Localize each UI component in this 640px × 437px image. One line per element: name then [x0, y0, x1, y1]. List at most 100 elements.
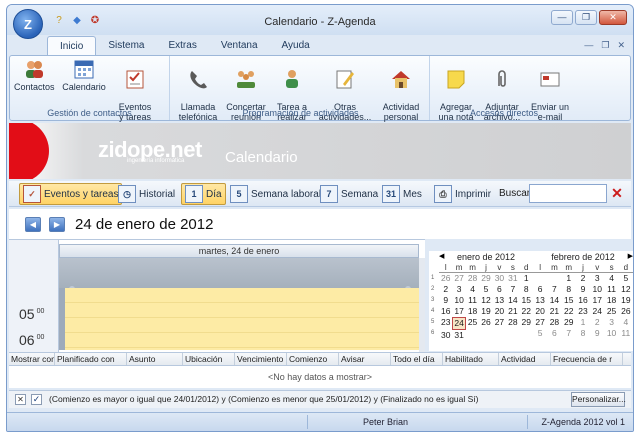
calendar-day[interactable]: 26 [479, 317, 492, 330]
enviar-email-button[interactable]: Enviar un e-mail [528, 58, 572, 132]
calendar-day[interactable]: 7 [547, 284, 561, 295]
contactos-button[interactable]: Contactos [14, 58, 55, 92]
calendar-day[interactable]: 20 [493, 306, 506, 317]
tab-extras[interactable]: Extras [156, 36, 208, 56]
calendar-day[interactable]: 27 [533, 317, 547, 328]
column-header[interactable]: Planificado con [55, 353, 127, 365]
calendar-day[interactable]: 27 [493, 317, 506, 330]
mdi-minimize-icon[interactable]: — [584, 40, 593, 51]
all-day-area[interactable] [59, 258, 419, 288]
calendar-day[interactable]: 15 [562, 295, 576, 306]
calendar-day[interactable]: 29 [479, 273, 492, 284]
calendar-day[interactable]: 19 [619, 295, 633, 306]
column-header[interactable]: Asunto [127, 353, 183, 365]
close-button[interactable]: ✕ [599, 10, 627, 25]
day-column-header[interactable]: martes, 24 de enero [59, 244, 419, 258]
calendar-day[interactable]: 21 [506, 306, 519, 317]
calendar-day[interactable]: 29 [520, 317, 533, 330]
calendar-day[interactable]: 3 [590, 273, 604, 284]
next-day-button[interactable]: ▶ [49, 217, 65, 232]
column-header[interactable]: Frecuencia de r [551, 353, 623, 365]
tab-sistema[interactable]: Sistema [96, 36, 156, 56]
eventos-tareas-toggle[interactable]: ✓ Eventos y tareas [19, 183, 123, 205]
calendar-day[interactable]: 2 [439, 284, 452, 295]
prev-month-icon[interactable]: ◀ [439, 251, 444, 263]
calendar-day[interactable]: 11 [466, 295, 479, 306]
calendar-day[interactable]: 3 [604, 317, 618, 328]
calendar-day[interactable]: 17 [590, 295, 604, 306]
mdi-restore-icon[interactable]: ❐ [601, 40, 609, 51]
calendar-day[interactable]: 18 [604, 295, 618, 306]
calendar-day[interactable]: 14 [547, 295, 561, 306]
calendar-day[interactable]: 7 [506, 284, 519, 295]
eventos-tareas-button[interactable]: Eventos y tareas [110, 58, 160, 132]
calendar-day[interactable]: 5 [619, 273, 633, 284]
calendar-day[interactable]: 8 [576, 328, 590, 339]
otras-actividades-button[interactable]: Otras actividades... [318, 58, 372, 132]
historial-button[interactable]: ◷ Historial [115, 183, 178, 205]
calendar-day[interactable]: 24 [452, 317, 466, 330]
tab-ayuda[interactable]: Ayuda [270, 36, 322, 56]
search-input[interactable] [529, 184, 607, 203]
vertical-scrollbar[interactable] [419, 258, 425, 352]
calendar-day[interactable]: 26 [439, 273, 452, 284]
calendar-day[interactable]: 16 [439, 306, 452, 317]
calendar-day[interactable]: 11 [604, 284, 618, 295]
filter-enabled-checkbox[interactable]: ✓ [31, 394, 42, 405]
calendar-day[interactable]: 26 [619, 306, 633, 317]
calendar-day[interactable]: 29 [562, 317, 576, 328]
calendar-day[interactable]: 4 [619, 317, 633, 328]
calendar-day[interactable]: 8 [520, 284, 533, 295]
calendar-day[interactable]: 18 [466, 306, 479, 317]
calendar-day[interactable]: 23 [576, 306, 590, 317]
view-mes-button[interactable]: 31 Mes [379, 183, 425, 205]
calendar-day[interactable]: 4 [466, 284, 479, 295]
calendar-day[interactable]: 9 [590, 328, 604, 339]
calendar-day[interactable]: 28 [547, 317, 561, 328]
calendar-day[interactable]: 28 [506, 317, 519, 330]
view-semana-laboral-button[interactable]: 5 Semana laboral [227, 183, 324, 205]
calendar-day[interactable]: 14 [506, 295, 519, 306]
calendar-day[interactable]: 25 [604, 306, 618, 317]
calendar-day[interactable]: 1 [520, 273, 533, 284]
calendar-day[interactable]: 12 [619, 284, 633, 295]
time-slots[interactable] [59, 288, 419, 350]
personalizar-button[interactable]: Personalizar... [571, 392, 626, 407]
next-month-icon[interactable]: ▶ [628, 251, 633, 263]
column-header[interactable]: Avisar [339, 353, 391, 365]
calendar-day[interactable]: 6 [533, 284, 547, 295]
column-header[interactable]: Ubicación [183, 353, 235, 365]
view-dia-button[interactable]: 1 Día [181, 183, 226, 205]
actividad-personal-button[interactable]: Actividad personal [378, 58, 424, 132]
column-header[interactable]: Actividad [499, 353, 551, 365]
calendar-day[interactable]: 5 [533, 328, 547, 339]
reunion-button[interactable]: Concertar reunión [224, 58, 268, 132]
calendar-day[interactable]: 31 [452, 330, 465, 341]
calendar-day[interactable]: 16 [576, 295, 590, 306]
tarea-button[interactable]: Tarea a realizar [272, 58, 312, 132]
calendar-day[interactable]: 17 [452, 306, 465, 317]
calendar-day[interactable]: 7 [562, 328, 576, 339]
calendar-day[interactable]: 9 [439, 295, 452, 306]
calendar-day[interactable]: 10 [604, 328, 618, 339]
adjuntar-archivo-button[interactable]: Adjuntar archivo... [480, 58, 524, 132]
calendar-day[interactable]: 15 [520, 295, 533, 306]
calendar-day[interactable]: 12 [479, 295, 492, 306]
calendar-day[interactable]: 10 [590, 284, 604, 295]
calendar-day[interactable]: 1 [562, 273, 576, 284]
filter-expression[interactable]: (Comienzo es mayor o igual que 24/01/201… [49, 394, 479, 404]
previous-day-button[interactable]: ◀ [25, 217, 41, 232]
calendar-day[interactable]: 13 [533, 295, 547, 306]
calendar-day[interactable]: 25 [466, 317, 479, 330]
calendario-button[interactable]: Calendario [62, 58, 106, 92]
calendar-day[interactable]: 19 [479, 306, 492, 317]
calendar-day[interactable]: 4 [604, 273, 618, 284]
calendar-day[interactable]: 6 [493, 284, 506, 295]
calendar-day[interactable]: 9 [576, 284, 590, 295]
calendar-day[interactable]: 27 [452, 273, 465, 284]
llamada-button[interactable]: Llamada telefónica [176, 58, 220, 132]
calendar-day[interactable]: 30 [493, 273, 506, 284]
calendar-day[interactable]: 21 [547, 306, 561, 317]
agregar-nota-button[interactable]: Agregar una nota [436, 58, 476, 132]
calendar-day[interactable]: 22 [562, 306, 576, 317]
